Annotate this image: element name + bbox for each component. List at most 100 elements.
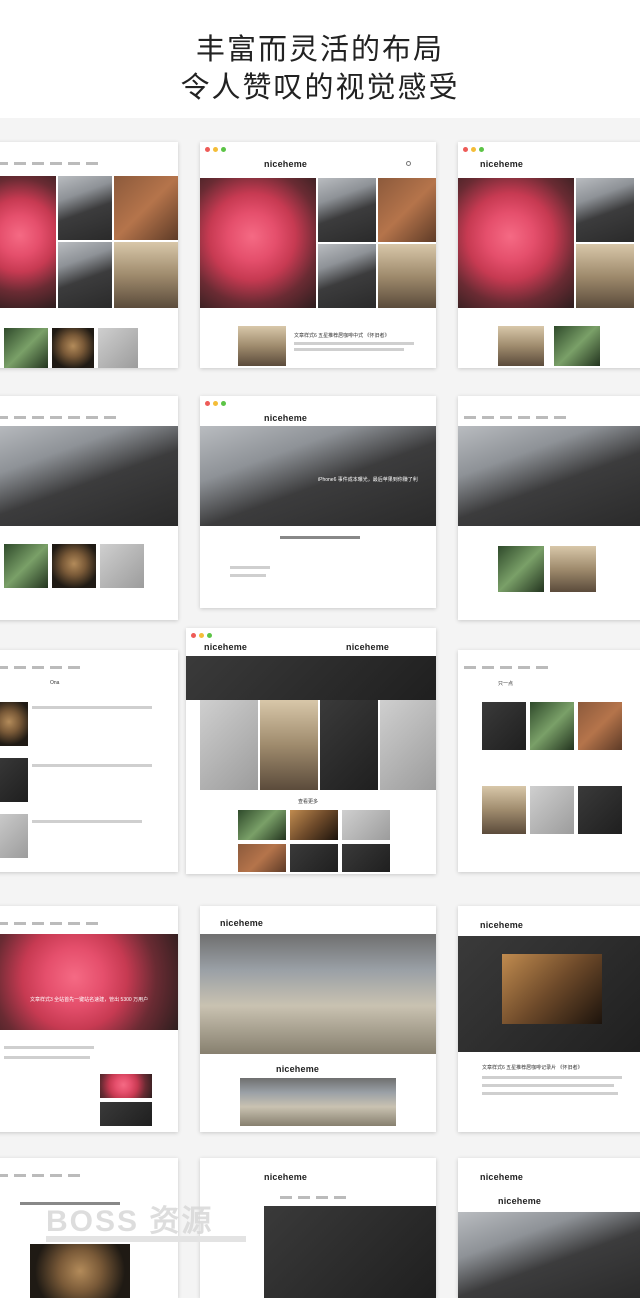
more-link[interactable]: 查看更多 — [298, 798, 318, 805]
brand-logo: niceheme — [264, 413, 308, 423]
brand-logo: niceheme — [220, 918, 264, 928]
window-dots — [191, 633, 212, 638]
thumb-image — [290, 844, 338, 872]
brand-logo: niceheme — [480, 159, 524, 169]
hero-image — [0, 176, 56, 308]
brand-logo: niceheme — [480, 1172, 524, 1182]
brand-logo: niceheme — [204, 642, 248, 652]
thumb-image — [58, 176, 112, 240]
nav-bar — [458, 664, 640, 672]
nav-bar — [200, 1194, 436, 1202]
thumb-image — [100, 544, 144, 588]
thumb-image — [320, 700, 378, 790]
brand-logo: niceheme — [276, 1064, 320, 1074]
window-dots — [205, 401, 226, 406]
thumb-image — [576, 244, 634, 308]
nav-bar — [0, 1172, 178, 1180]
thumb-image — [482, 702, 526, 750]
thumb-image — [100, 1102, 152, 1126]
hero-caption[interactable]: 文章样式3 全站首先一键站名速建，管出 5300 万用户 — [30, 996, 148, 1003]
brand-logo: niceheme — [498, 1196, 542, 1206]
theme-preview-card[interactable]: niceheme niceheme — [200, 906, 436, 1132]
thumb-image — [498, 546, 544, 592]
feature-title[interactable]: 文章样式6 五星推荐居咖啡中式 《怀旧者》 — [294, 332, 390, 339]
section-title: 只一点 — [498, 681, 514, 687]
thumb-image — [378, 244, 436, 308]
headline-line-2: 令人赞叹的视觉感受 — [180, 72, 460, 104]
hero-image — [264, 1206, 436, 1298]
thumb-image — [498, 326, 544, 366]
hero-caption[interactable]: iPhone6 事件成本曝光，最后苹果到你赚了利 — [318, 476, 418, 483]
thumb-image — [260, 700, 318, 790]
thumb-image — [290, 810, 338, 840]
thumb-image — [342, 844, 390, 872]
thumb-image — [58, 242, 112, 308]
thumb-image — [4, 544, 48, 588]
thumb-image — [576, 178, 634, 242]
thumb-image — [238, 326, 286, 366]
thumb-image — [530, 786, 574, 834]
window-dots — [463, 147, 484, 152]
video-player[interactable] — [502, 954, 602, 1024]
thumb-image — [378, 178, 436, 242]
theme-preview-card-featured[interactable]: niceheme niceheme 查看更多 — [186, 628, 436, 874]
thumb-image — [578, 786, 622, 834]
thumb-image — [114, 242, 178, 308]
thumb-image — [238, 844, 286, 872]
page-header: 丰富而灵活的布局 令人赞叹的视觉感受 — [0, 0, 640, 118]
thumb-image — [318, 244, 376, 308]
headline-line-1: 丰富而灵活的布局 — [195, 34, 444, 66]
brand-logo: niceheme — [480, 920, 524, 930]
theme-preview-card[interactable]: Ona — [0, 650, 178, 872]
thumb-image — [114, 176, 178, 240]
hero-image — [458, 426, 640, 526]
hero-image — [0, 426, 178, 526]
thumb-image — [0, 758, 28, 802]
hero-image — [458, 178, 574, 308]
brand-logo: niceheme — [346, 642, 390, 652]
theme-preview-card[interactable]: niceheme — [458, 142, 640, 368]
nav-bar — [458, 414, 640, 422]
theme-preview-card[interactable]: niceheme niceheme — [458, 1158, 640, 1298]
hero-image — [186, 656, 436, 700]
thumb-image — [52, 328, 94, 368]
window-dots — [205, 147, 226, 152]
nav-bar — [0, 160, 178, 168]
thumb-image — [240, 1078, 396, 1126]
watermark-underline — [46, 1236, 246, 1242]
thumb-image — [482, 786, 526, 834]
hero-image — [30, 1244, 130, 1298]
thumb-image — [100, 1074, 152, 1098]
theme-preview-card[interactable]: niceheme 文章样式6 五星推荐居咖啡记录片 《怀旧者》 — [458, 906, 640, 1132]
thumb-image — [0, 814, 28, 858]
watermark-text: BOSS 资源 — [46, 1205, 214, 1238]
theme-preview-card[interactable]: niceheme 文章样式6 五星推荐居咖啡中式 《怀旧者》 — [200, 142, 436, 368]
theme-preview-card[interactable]: niceheme — [200, 1158, 436, 1298]
section-title: Ona — [50, 680, 60, 686]
thumb-image — [200, 700, 258, 790]
hero-image — [458, 1212, 640, 1298]
thumb-image — [318, 178, 376, 242]
theme-preview-card[interactable] — [458, 396, 640, 620]
theme-preview-card[interactable] — [0, 396, 178, 620]
thumb-image — [530, 702, 574, 750]
hero-image — [0, 934, 178, 1030]
theme-preview-card[interactable]: 只一点 — [458, 650, 640, 872]
thumb-image — [238, 810, 286, 840]
theme-preview-card[interactable]: niceheme iPhone6 事件成本曝光，最后苹果到你赚了利 — [200, 396, 436, 608]
nav-bar — [0, 414, 178, 422]
hero-image — [200, 178, 316, 308]
theme-preview-card[interactable]: 文章样式3 全站首先一键站名速建，管出 5300 万用户 — [0, 906, 178, 1132]
thumb-image — [52, 544, 96, 588]
thumb-image — [98, 328, 138, 368]
theme-preview-card[interactable] — [0, 142, 178, 368]
search-icon[interactable] — [406, 161, 411, 166]
nav-bar — [0, 920, 178, 928]
hero-image — [200, 934, 436, 1054]
article-title[interactable]: 文章样式6 五星推荐居咖啡记录片 《怀旧者》 — [482, 1064, 583, 1071]
nav-bar — [0, 664, 178, 672]
brand-logo: niceheme — [264, 1172, 308, 1182]
thumb-image — [550, 546, 596, 592]
thumb-image — [578, 702, 622, 750]
thumb-image — [342, 810, 390, 840]
